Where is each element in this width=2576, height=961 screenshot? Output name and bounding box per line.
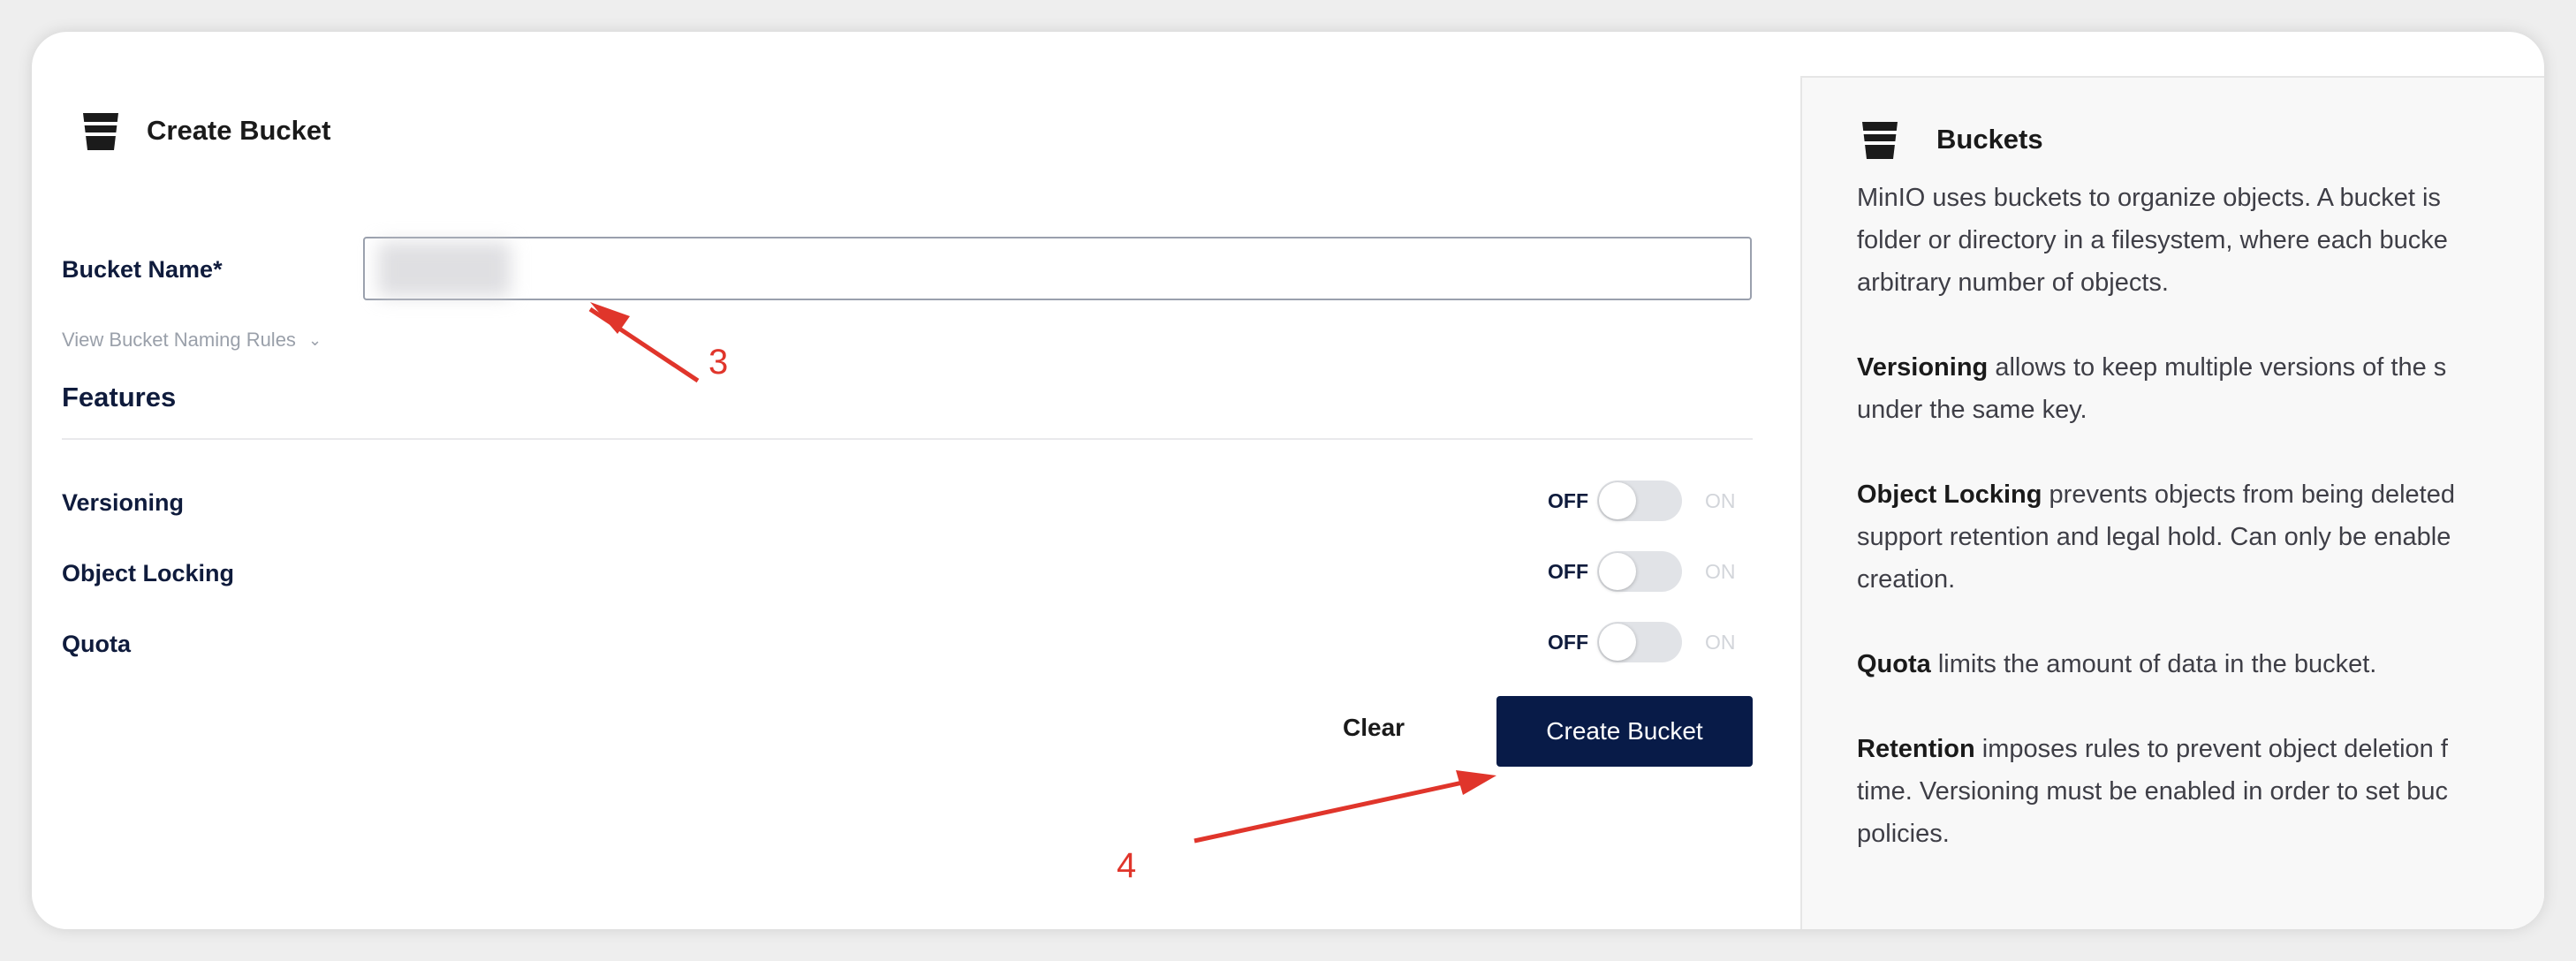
arrow-icon [1456,770,1496,795]
help-retention: Retention imposes rules to prevent objec… [1857,728,2544,855]
retention-term: Retention [1857,735,1975,763]
help-line: imposes rules to prevent object deletion… [1974,735,2448,763]
bucket-icon [1862,122,1898,159]
help-line: time. Versioning must be enabled in orde… [1857,777,2448,806]
versioning-term: Versioning [1857,353,1989,382]
help-quota: Quota limits the amount of data in the b… [1857,643,2544,685]
object-locking-term: Object Locking [1857,480,2042,509]
quota-term: Quota [1857,650,1931,678]
help-line: under the same key. [1857,396,2087,424]
help-intro: MinIO uses buckets to organize objects. … [1857,177,2544,304]
help-line: allows to keep multiple versions of the … [1988,353,2447,382]
annotation-arrows [588,302,1496,844]
help-versioning: Versioning allows to keep multiple versi… [1857,346,2544,431]
help-title: Buckets [1936,124,2043,155]
step-4-annotation: 4 [1117,846,1137,885]
help-intro-line: MinIO uses buckets to organize objects. … [1857,184,2441,212]
help-intro-line: folder or directory in a filesystem, whe… [1857,226,2448,254]
arrow-icon [1193,780,1464,844]
help-body: MinIO uses buckets to organize objects. … [1857,177,2544,897]
help-header: Buckets [1857,117,2043,163]
help-line: policies. [1857,820,1950,848]
help-intro-line: arbitrary number of objects. [1857,269,2169,297]
create-bucket-form: Create Bucket Bucket Name* View Bucket N… [32,32,1799,929]
help-line: limits the amount of data in the bucket. [1930,650,2377,678]
help-line: creation. [1857,565,1956,594]
create-bucket-window: Create Bucket Bucket Name* View Bucket N… [32,32,2544,929]
help-panel: Buckets MinIO uses buckets to organize o… [1800,76,2544,929]
help-line: support retention and legal hold. Can on… [1857,523,2451,551]
help-line: prevents objects from being deleted [2042,480,2455,509]
help-object-locking: Object Locking prevents objects from bei… [1857,473,2544,601]
step-3-annotation: 3 [708,343,729,382]
